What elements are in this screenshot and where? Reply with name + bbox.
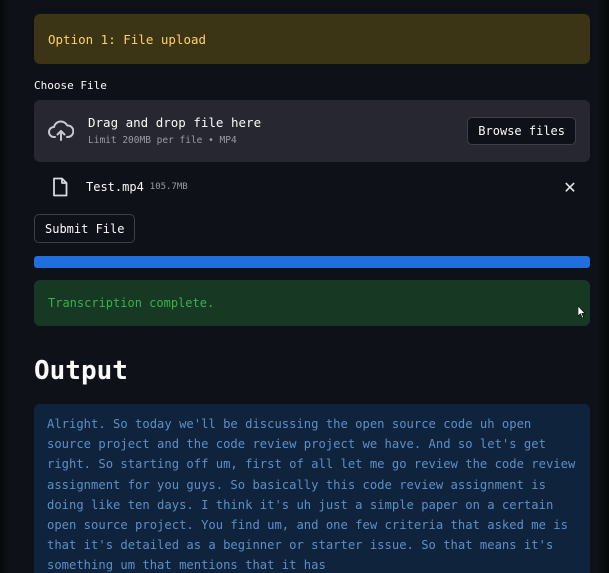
uploaded-file-row: Test.mp4 105.7MB ✕ xyxy=(34,171,590,203)
left-frame-edge xyxy=(0,0,8,573)
close-icon[interactable]: ✕ xyxy=(562,178,578,197)
choose-file-label: Choose File xyxy=(34,79,107,92)
upload-option-info-box: Option 1: File upload xyxy=(34,14,590,64)
submit-file-button[interactable]: Submit File xyxy=(34,214,136,243)
mouse-pointer-icon xyxy=(578,306,586,318)
dropzone-limit-text: Limit 200MB per file • MP4 xyxy=(88,134,237,146)
app-page: Option 1: File upload Choose File Drag a… xyxy=(0,0,609,573)
file-icon xyxy=(52,177,68,197)
dropzone-text: Drag and drop file here Limit 200MB per … xyxy=(88,115,467,148)
uploaded-file-name: Test.mp4 xyxy=(86,180,144,194)
transcription-status-box: Transcription complete. xyxy=(34,280,590,326)
upload-option-info-text: Option 1: File upload xyxy=(48,31,207,47)
right-frame-edge xyxy=(597,0,609,573)
output-heading: Output xyxy=(34,356,128,386)
cloud-upload-icon xyxy=(46,118,76,144)
transcription-progress-bar xyxy=(34,256,590,268)
transcription-progress-fill xyxy=(34,256,590,268)
transcription-status-text: Transcription complete. xyxy=(48,296,215,310)
uploaded-file-size: 105.7MB xyxy=(149,182,188,192)
transcription-output-box: Alright. So today we'll be discussing th… xyxy=(34,404,590,573)
dropzone-title: Drag and drop file here xyxy=(88,114,262,130)
browse-files-button[interactable]: Browse files xyxy=(467,117,576,145)
main-content: Option 1: File upload Choose File Drag a… xyxy=(34,14,590,573)
file-dropzone[interactable]: Drag and drop file here Limit 200MB per … xyxy=(34,100,590,162)
